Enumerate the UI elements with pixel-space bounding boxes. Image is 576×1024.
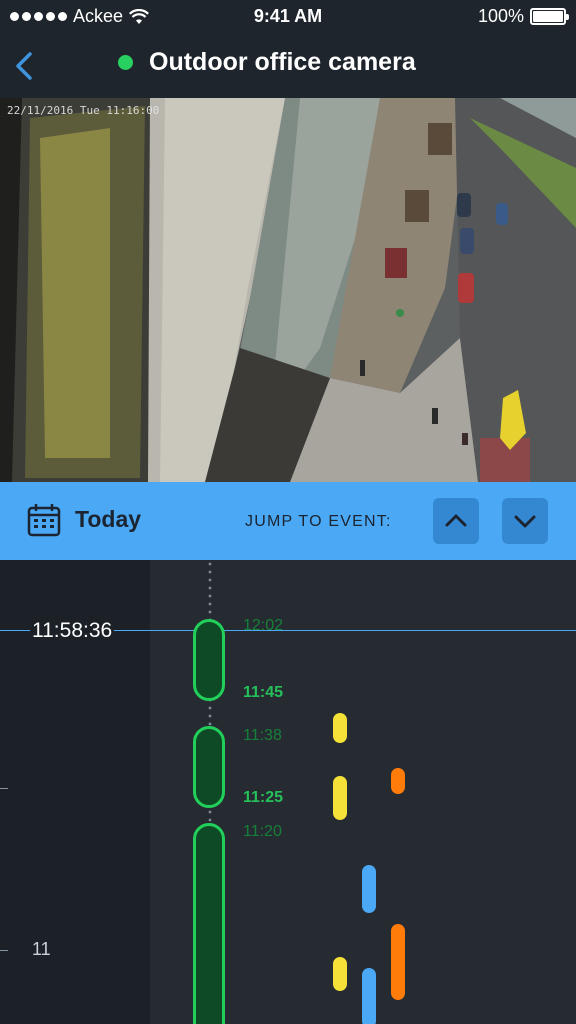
recording-start-label: 11:38	[243, 727, 282, 744]
camera-timestamp: 22/11/2016 Tue 11:16:00	[7, 104, 160, 117]
event-marker[interactable]	[391, 924, 405, 1000]
camera-title: Outdoor office camera	[149, 48, 416, 76]
online-status-dot	[118, 55, 133, 70]
event-marker[interactable]	[333, 713, 347, 743]
jump-to-event-label: JUMP TO EVENT:	[245, 513, 392, 530]
recording-end-label: 11:45	[243, 684, 284, 701]
recording-start-label: 11:20	[243, 823, 282, 840]
timeline-toolbar: Today JUMP TO EVENT:	[0, 482, 576, 560]
ruler-tick	[0, 950, 8, 951]
recording-segment[interactable]	[193, 726, 225, 808]
event-marker[interactable]	[362, 968, 376, 1024]
chevron-down-icon	[514, 515, 536, 528]
event-marker[interactable]	[333, 957, 347, 991]
recording-segment[interactable]	[193, 619, 225, 701]
event-marker[interactable]	[333, 776, 347, 820]
recording-start-label: 12:02	[243, 617, 284, 634]
battery-percent: 100%	[477, 6, 524, 26]
recording-segment[interactable]	[193, 823, 225, 1024]
date-selector[interactable]: Today	[75, 506, 141, 533]
event-timeline[interactable]: 11 11:58:36 12:02 11:45 11:38 11:25 11:2…	[0, 560, 576, 1024]
recording-end-label: 11:25	[243, 789, 284, 806]
back-button[interactable]	[10, 46, 40, 86]
camera-feed[interactable]: 22/11/2016 Tue 11:16:00	[0, 98, 576, 482]
battery-icon	[530, 8, 569, 25]
playhead-time: 11:58:36	[30, 619, 115, 643]
header-title-group: Outdoor office camera	[118, 48, 416, 77]
camera-image	[0, 98, 576, 482]
chevron-up-icon	[445, 514, 467, 527]
status-bar: Ackee 9:41 AM 100%	[0, 0, 576, 34]
chevron-left-icon	[16, 52, 32, 80]
ruler-tick	[0, 788, 8, 789]
status-right: 100%	[477, 6, 569, 27]
hour-label: 11	[32, 939, 51, 959]
next-event-button[interactable]	[502, 498, 548, 544]
event-marker[interactable]	[391, 768, 405, 794]
top-bar: Ackee 9:41 AM 100% Outdoor office camera	[0, 0, 576, 98]
calendar-icon[interactable]	[26, 502, 62, 538]
previous-event-button[interactable]	[433, 498, 479, 544]
event-marker[interactable]	[362, 865, 376, 913]
